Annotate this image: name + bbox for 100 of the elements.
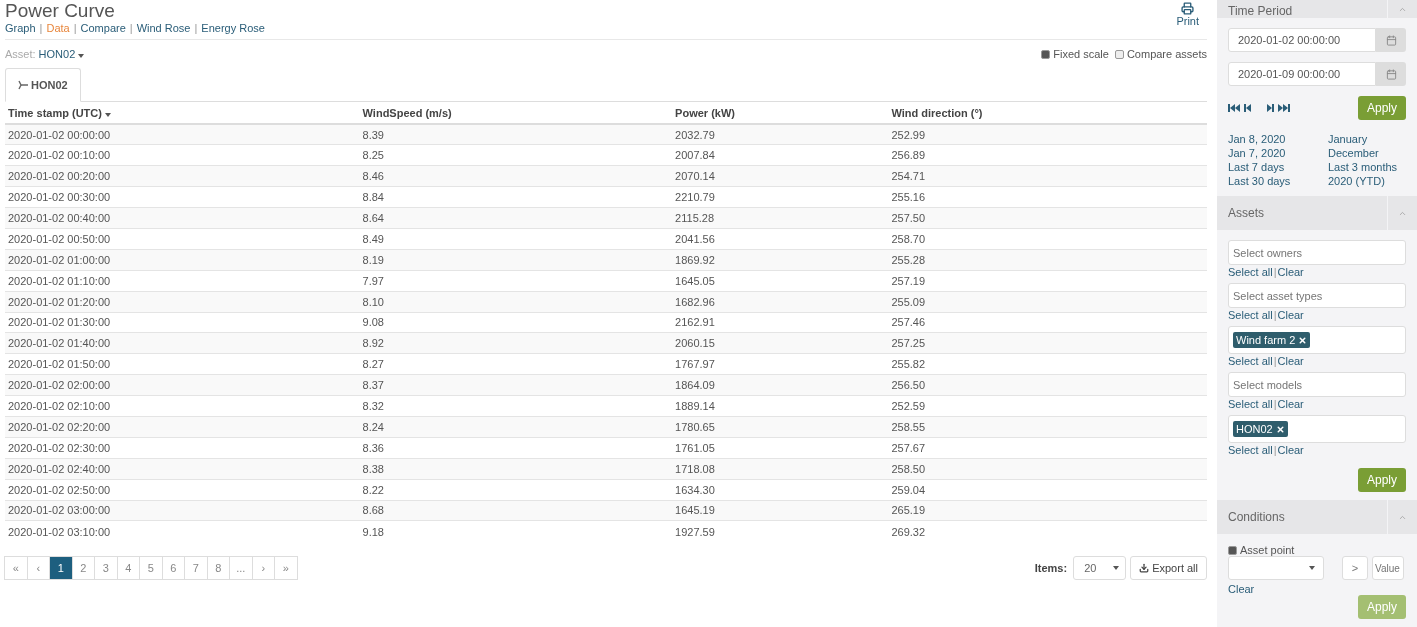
view-link[interactable]: Graph xyxy=(5,22,36,34)
asset-tab[interactable]: HON02 xyxy=(5,68,81,102)
page-button[interactable]: 4 xyxy=(116,555,140,580)
page-button[interactable]: ‹ xyxy=(26,555,50,580)
page-button[interactable]: 7 xyxy=(184,555,208,580)
filter-field[interactable]: Select owners xyxy=(1228,240,1406,265)
table-cell: 8.19 xyxy=(359,249,673,271)
panel-header[interactable]: Time Period xyxy=(1217,0,1417,18)
select-all-link[interactable]: Select all xyxy=(1228,444,1273,456)
table-cell: 1645.19 xyxy=(672,500,889,521)
checkbox[interactable] xyxy=(1114,49,1124,59)
table-cell: 2020-01-02 01:00:00 xyxy=(5,249,360,271)
table-cell: 2020-01-02 02:00:00 xyxy=(5,374,360,396)
download-icon xyxy=(1139,562,1150,573)
page-button[interactable]: « xyxy=(4,555,28,580)
table-cell: 256.50 xyxy=(888,374,1207,396)
sort-caret-icon xyxy=(105,112,111,117)
table-cell: 2020-01-02 01:30:00 xyxy=(5,312,360,333)
table-cell: 255.82 xyxy=(888,353,1207,375)
view-link[interactable]: Compare xyxy=(80,22,126,34)
quick-range-link[interactable]: December xyxy=(1328,146,1406,160)
clear-link[interactable]: Clear xyxy=(1277,444,1304,456)
view-link[interactable]: Energy Rose xyxy=(201,22,265,34)
page-button[interactable]: 5 xyxy=(139,555,163,580)
skip-forward-icon[interactable] xyxy=(1267,104,1274,112)
table-cell: 258.50 xyxy=(888,458,1207,480)
select-all-link[interactable]: Select all xyxy=(1228,398,1273,410)
clear-link[interactable]: Clear xyxy=(1228,583,1406,595)
quick-range-link[interactable]: 2020 (YTD) xyxy=(1328,174,1406,188)
clear-link[interactable]: Clear xyxy=(1277,266,1304,278)
table-cell: 2020-01-02 00:30:00 xyxy=(5,186,360,208)
table-cell: 1634.30 xyxy=(672,479,889,501)
date-field[interactable]: 2020-01-02 00:00:00 xyxy=(1228,28,1376,52)
operator-button[interactable]: > xyxy=(1342,556,1368,580)
table-cell: 8.25 xyxy=(359,144,673,166)
asset-dropdown[interactable]: HON02 xyxy=(35,48,85,60)
page-button[interactable]: 2 xyxy=(71,555,95,580)
skip-back-icon[interactable] xyxy=(1244,104,1251,112)
separator: | xyxy=(194,22,198,34)
panel-title: Time Period xyxy=(1227,4,1293,18)
quick-range-link[interactable]: Last 7 days xyxy=(1228,160,1328,174)
page-button[interactable]: 8 xyxy=(206,555,230,580)
checkbox[interactable] xyxy=(1228,545,1237,555)
table-cell: 1767.97 xyxy=(672,353,889,375)
table-cell: 257.50 xyxy=(888,207,1207,229)
page-button[interactable]: 1 xyxy=(49,555,73,580)
table-cell: 2020-01-02 01:10:00 xyxy=(5,270,360,292)
quick-range-link[interactable]: Jan 8, 2020 xyxy=(1228,132,1328,146)
table-cell: 2020-01-02 00:20:00 xyxy=(5,165,360,187)
panel-header[interactable]: Assets xyxy=(1217,196,1417,230)
clear-link[interactable]: Clear xyxy=(1277,309,1304,321)
table-cell: 1869.92 xyxy=(672,249,889,271)
table-cell: 8.37 xyxy=(359,374,673,396)
table-cell: 8.68 xyxy=(359,500,673,521)
clear-link[interactable]: Clear xyxy=(1277,355,1304,367)
select-all-link[interactable]: Select all xyxy=(1228,309,1273,321)
page-button[interactable]: › xyxy=(251,555,275,580)
items-select[interactable]: 20 xyxy=(1073,555,1127,580)
clear-link[interactable]: Clear xyxy=(1277,398,1304,410)
page-button[interactable]: ... xyxy=(229,555,253,580)
filter-field[interactable]: Select models xyxy=(1228,372,1406,397)
checkbox-label: Compare assets xyxy=(1126,48,1207,60)
quick-range-link[interactable]: Last 30 days xyxy=(1228,174,1328,188)
remove-icon[interactable] xyxy=(1298,335,1308,345)
quick-range-link[interactable]: Jan 7, 2020 xyxy=(1228,146,1328,160)
panel-title: Conditions xyxy=(1227,510,1285,524)
print-button[interactable]: Print xyxy=(1168,0,1207,37)
table-cell: 2162.91 xyxy=(672,312,889,333)
table-cell: 8.32 xyxy=(359,395,673,417)
date-field[interactable]: 2020-01-09 00:00:00 xyxy=(1228,62,1376,86)
wind-turbine-icon xyxy=(18,80,28,90)
panel-header[interactable]: Conditions xyxy=(1217,500,1417,534)
table-cell: 2020-01-02 00:40:00 xyxy=(5,207,360,229)
table-cell: 8.36 xyxy=(359,437,673,459)
value-field[interactable]: Value xyxy=(1372,556,1404,580)
page-button[interactable]: 6 xyxy=(161,555,185,580)
table-cell: 259.04 xyxy=(888,479,1207,501)
table-cell: 265.19 xyxy=(888,500,1207,521)
export-button[interactable]: Export all xyxy=(1130,555,1207,580)
table-cell: 2020-01-02 02:10:00 xyxy=(5,395,360,417)
filter-field[interactable]: Wind farm 2 xyxy=(1228,326,1406,354)
page-button[interactable]: 3 xyxy=(94,555,118,580)
table-cell: 2070.14 xyxy=(672,165,889,187)
quick-range-link[interactable]: January xyxy=(1328,132,1406,146)
table-cell: 255.28 xyxy=(888,249,1207,271)
quick-range-link[interactable]: Last 3 months xyxy=(1328,160,1406,174)
table-cell: 258.55 xyxy=(888,416,1207,438)
remove-icon[interactable] xyxy=(1275,424,1285,434)
skip-forward-icon[interactable] xyxy=(1278,104,1290,112)
checkbox[interactable] xyxy=(1041,49,1051,59)
panel-title: Assets xyxy=(1227,206,1264,220)
page-button[interactable]: » xyxy=(274,555,298,580)
skip-back-icon[interactable] xyxy=(1228,104,1240,112)
select-all-link[interactable]: Select all xyxy=(1228,355,1273,367)
select-all-link[interactable]: Select all xyxy=(1228,266,1273,278)
filter-field[interactable]: Select asset types xyxy=(1228,283,1406,308)
table-cell: 2020-01-02 01:20:00 xyxy=(5,291,360,312)
filter-field[interactable]: HON02 xyxy=(1228,415,1406,443)
table-cell: 1761.05 xyxy=(672,437,889,459)
view-link[interactable]: Wind Rose xyxy=(136,22,191,34)
